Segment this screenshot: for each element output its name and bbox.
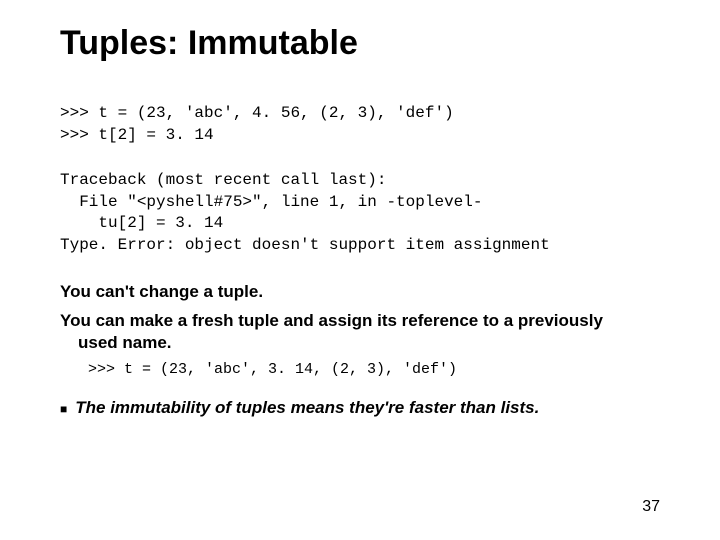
body-text-line-2: You can make a fresh tuple and assign it… (60, 310, 660, 356)
code-block-input: >>> t = (23, 'abc', 4. 56, (2, 3), 'def'… (60, 103, 660, 146)
bullet-square-icon: ■ (60, 398, 67, 420)
page-number: 37 (642, 498, 660, 516)
slide-title: Tuples: Immutable (60, 24, 660, 63)
code-block-traceback: Traceback (most recent call last): File … (60, 170, 660, 256)
body-text-line-1: You can't change a tuple. (60, 281, 660, 304)
body-text-line-2a: You can make a fresh tuple and assign it… (60, 311, 603, 330)
code-block-reassign: >>> t = (23, 'abc', 3. 14, (2, 3), 'def'… (60, 361, 660, 378)
body-text-line-2b: used name. (60, 332, 660, 355)
bullet-line: ■ The immutability of tuples means they'… (60, 398, 660, 420)
slide: Tuples: Immutable >>> t = (23, 'abc', 4.… (0, 0, 720, 540)
bullet-text: The immutability of tuples means they're… (75, 398, 539, 418)
